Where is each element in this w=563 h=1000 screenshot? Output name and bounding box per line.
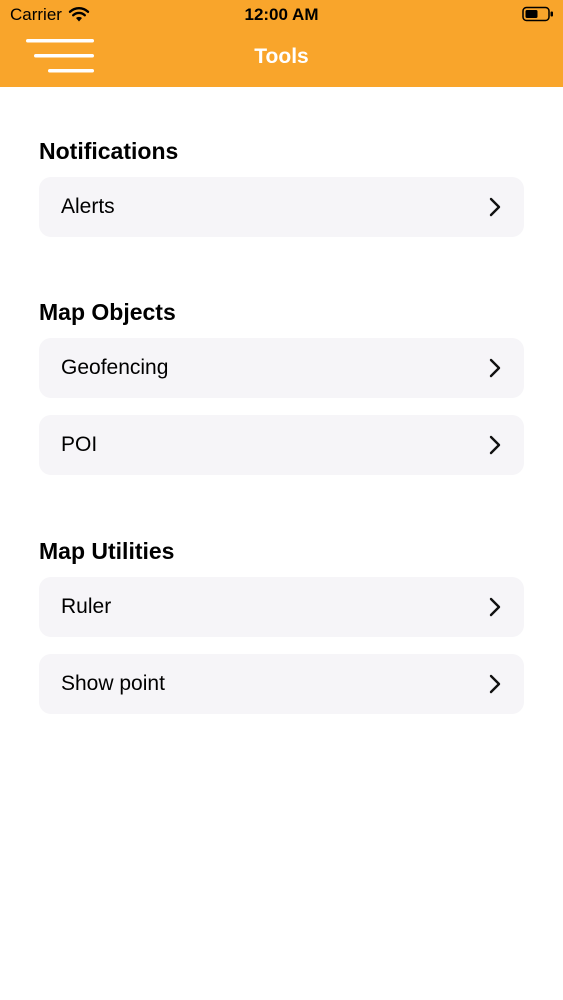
list-item-label: Show point: [61, 672, 165, 695]
chevron-right-icon: [489, 197, 501, 217]
chevron-right-icon: [489, 597, 501, 617]
battery-icon: [522, 6, 553, 22]
section-title-map-objects: Map Objects: [39, 299, 176, 325]
header-bar: Carrier 12:00 AM Tools: [0, 0, 563, 87]
list-item-label: POI: [61, 433, 98, 456]
list-item-ruler[interactable]: Ruler: [39, 577, 524, 637]
list-item-label: Alerts: [61, 195, 115, 218]
list-item-alerts[interactable]: Alerts: [39, 177, 524, 237]
list-item-show-point[interactable]: Show point: [39, 654, 524, 714]
section-title-notifications: Notifications: [39, 138, 179, 164]
list-item-label: Geofencing: [61, 356, 169, 379]
chevron-right-icon: [489, 435, 501, 455]
list-item-label: Ruler: [61, 595, 112, 618]
clock-label: 12:00 AM: [244, 5, 319, 24]
chevron-right-icon: [489, 358, 501, 378]
list-item-geofencing[interactable]: Geofencing: [39, 338, 524, 398]
chevron-right-icon: [489, 674, 501, 694]
page-title: Tools: [254, 45, 309, 68]
section-title-map-utilities: Map Utilities: [39, 538, 175, 564]
list-item-poi[interactable]: POI: [39, 415, 524, 475]
